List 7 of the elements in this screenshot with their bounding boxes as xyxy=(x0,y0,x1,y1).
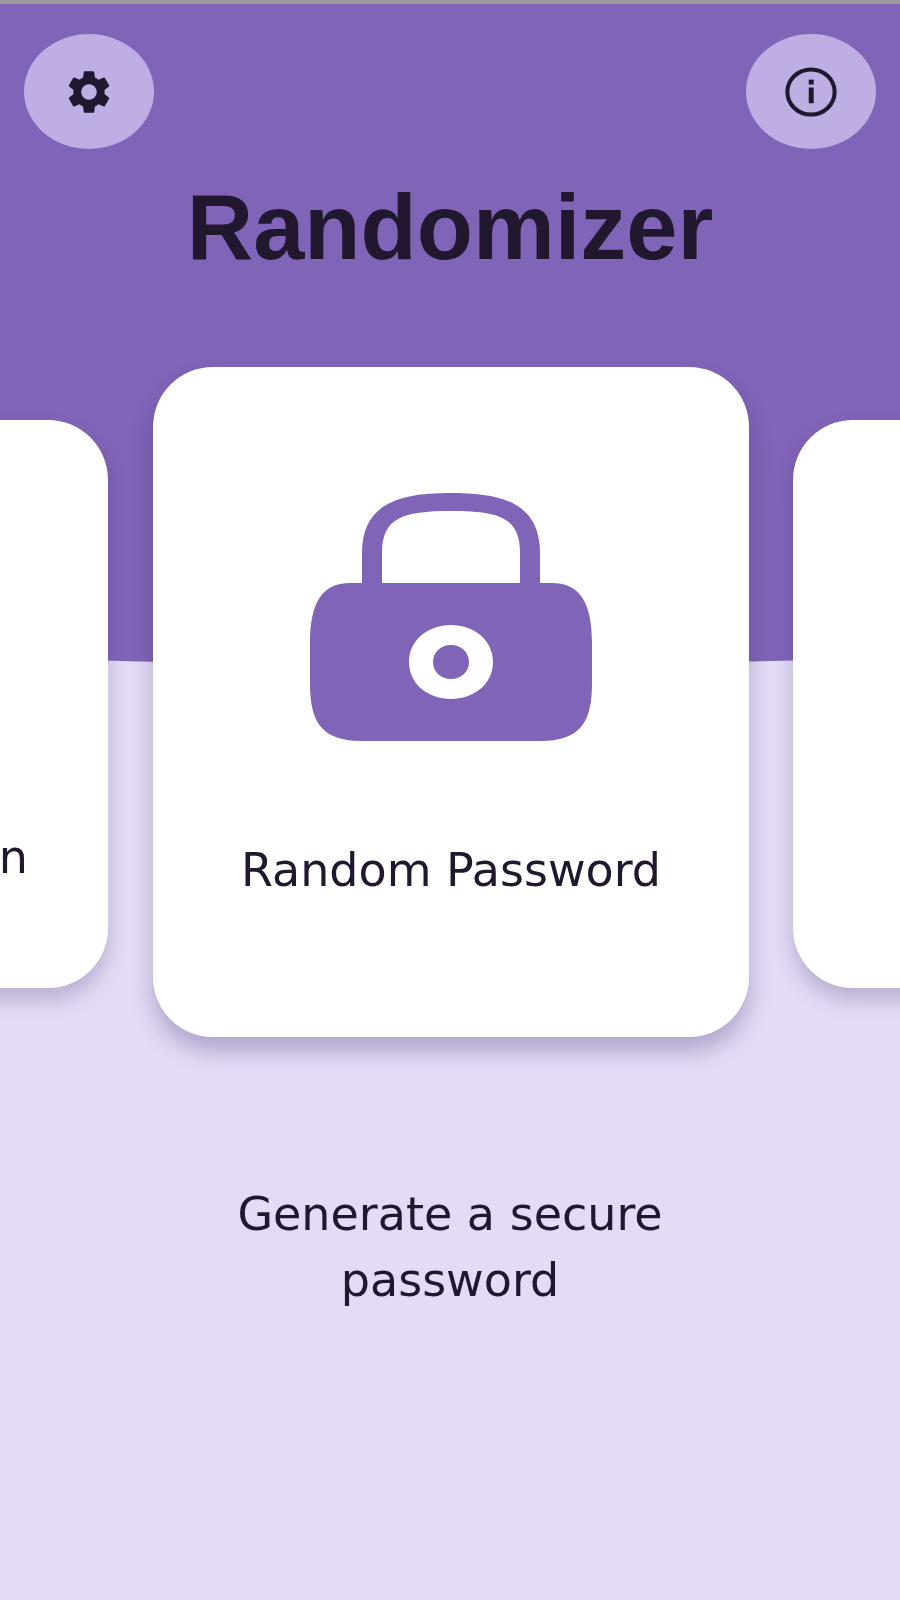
card-label: n xyxy=(0,830,28,884)
app-title: Randomizer xyxy=(185,177,715,277)
card-label: Random Password xyxy=(241,843,661,897)
description-text: Generate a secure password xyxy=(236,1186,664,1309)
feature-card[interactable]: n xyxy=(0,420,108,988)
padlock-icon xyxy=(310,493,592,743)
feature-card[interactable]: Random Password xyxy=(153,367,749,1037)
